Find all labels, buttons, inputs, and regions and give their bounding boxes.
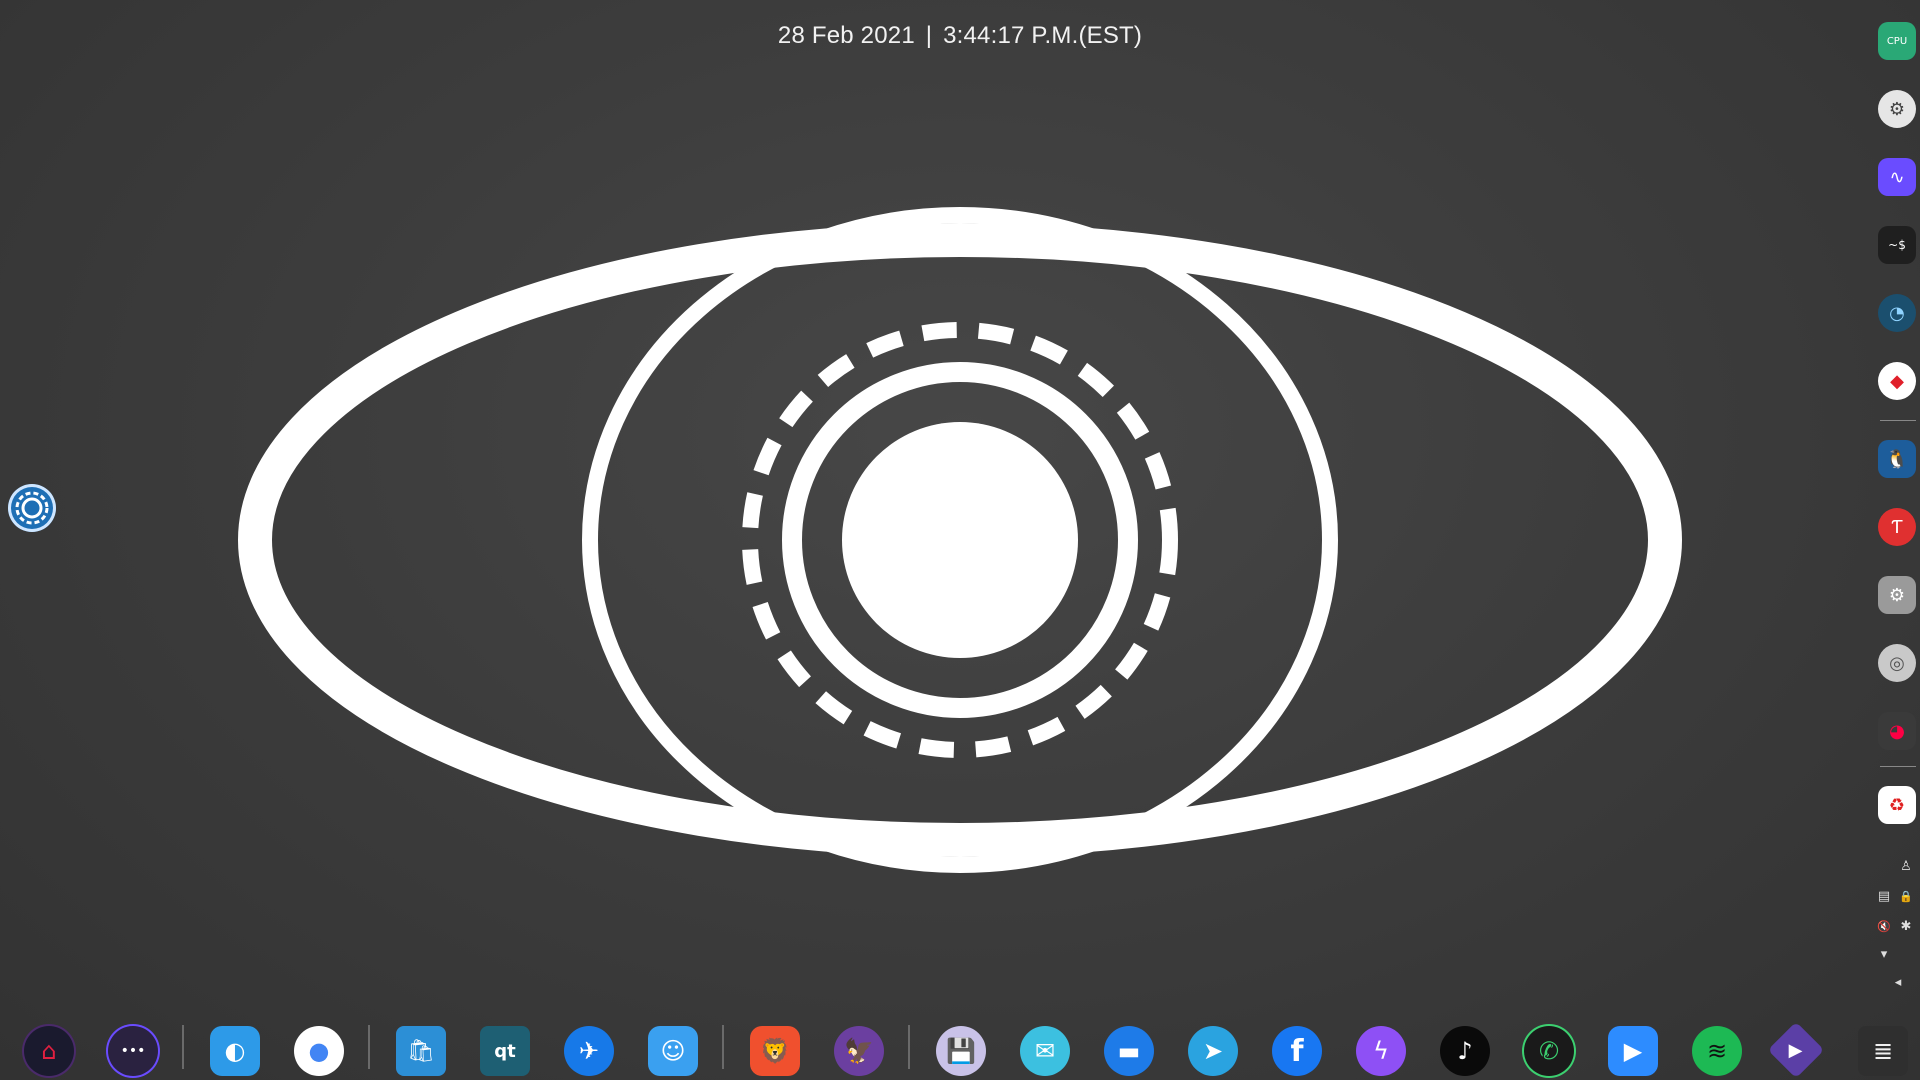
user-glyph: ♙ [1900,858,1912,874]
dock-divider [368,1025,370,1069]
linux-penguin-icon[interactable]: 🐧 [1878,440,1916,478]
finder-glyph: ☺ [660,1037,686,1065]
lock-icon[interactable]: 🔒 [1898,888,1914,904]
terminal-glyph: ~$ [1888,238,1906,252]
user-icon[interactable]: ♙ [1898,858,1914,874]
dock-divider [722,1025,724,1069]
brave-browser-icon[interactable]: 🦁 [750,1026,800,1076]
volume-glyph: 🔇 [1877,919,1891,933]
phone-glyph: ✆ [1538,1037,1560,1065]
spotify-glyph: ≋ [1706,1037,1728,1065]
clock-date: 28 Feb 2021 [777,22,915,49]
audio-waves-icon[interactable]: ∿ [1878,158,1916,196]
left-launcher-button[interactable] [8,484,56,532]
assistant-glyph: ● [308,1037,330,1065]
red-diamond-icon[interactable]: ◆ [1878,362,1916,400]
adjust-glyph: ◐ [224,1037,246,1065]
telescope-glyph: ✈ [578,1037,600,1065]
finder-icon[interactable]: ☺ [648,1026,698,1076]
more-glyph: ••• [120,1043,146,1059]
dock-divider [1880,420,1916,421]
floppy-save-icon[interactable]: 💾 [936,1026,986,1076]
zoom-glyph: ▶ [1623,1037,1643,1065]
qt-app-icon[interactable]: qt [480,1026,530,1076]
cpu-monitor-icon[interactable]: CPU [1878,22,1916,60]
mail-icon[interactable]: ✉ [1020,1026,1070,1076]
clipboard-glyph: ▤ [1877,888,1891,904]
trash-icon[interactable]: ♻ [1878,786,1916,824]
volume-muted-icon[interactable]: 🔇 [1876,918,1892,934]
speed-gauge-icon[interactable]: ◔ [1878,294,1916,332]
eagle-glyph: 🦅 [844,1037,874,1065]
messenger-icon[interactable]: ϟ [1356,1026,1406,1076]
diamond-play-icon[interactable]: ▶ [1767,1021,1825,1079]
bottom-dock: ⌂ ••• ◐ ● 🛍 qt ✈ ☺ 🦁 🦅 💾 ✉ ▬ ➤ f ϟ ♪ ✆ ▶… [0,1012,1920,1080]
dock-divider [182,1025,184,1069]
messages-icon[interactable]: ▬ [1104,1026,1154,1076]
collapse-tray-icon[interactable]: ◂ [1890,974,1906,990]
t-glyph: Ƭ [1891,516,1903,538]
eagle-app-icon[interactable]: 🦅 [834,1026,884,1076]
app-store-icon[interactable]: 🛍 [396,1026,446,1076]
messages-glyph: ▬ [1117,1037,1141,1065]
red-t-app-icon[interactable]: Ƭ [1878,508,1916,546]
layers-glyph: ≣ [1872,1037,1894,1065]
telegram-glyph: ➤ [1202,1037,1224,1065]
gear-settings-icon[interactable]: ⚙ [1878,576,1916,614]
clock: 28 Feb 2021 | 3:44:17 P.M.(EST) [0,22,1920,50]
dock-divider [1880,766,1916,767]
bluetooth-icon[interactable]: ✱ [1898,918,1914,934]
layers-app-icon[interactable]: ≣ [1858,1026,1908,1076]
telegram-icon[interactable]: ➤ [1188,1026,1238,1076]
facebook-glyph: f [1290,1033,1304,1069]
brave-glyph: 🦁 [760,1037,790,1065]
color-picker-icon[interactable]: ◕ [1878,712,1916,750]
wifi-glyph: ▾ [1880,946,1888,962]
zoom-icon[interactable]: ▶ [1608,1026,1658,1076]
disk-glyph: ◎ [1889,652,1905,674]
disk-utility-icon[interactable]: ◎ [1878,644,1916,682]
trash-glyph: ♻ [1888,794,1906,816]
clock-time: 3:44:17 P.M.(EST) [943,22,1143,49]
telescope-app-icon[interactable]: ✈ [564,1026,614,1076]
store-glyph: 🛍 [407,1038,435,1064]
penguin-glyph: 🐧 [1885,448,1909,470]
tiktok-glyph: ♪ [1457,1037,1473,1065]
mail-glyph: ✉ [1034,1037,1056,1065]
phone-app-icon[interactable]: ✆ [1524,1026,1574,1076]
gauge-glyph: ◔ [1889,302,1905,324]
clock-separator: | [925,22,933,49]
floppy-glyph: 💾 [946,1037,976,1065]
terminal-icon[interactable]: ~$ [1878,226,1916,264]
collapse-glyph: ◂ [1894,974,1902,990]
cpu-glyph: CPU [1886,35,1908,47]
dock-divider [908,1025,910,1069]
clipboard-icon[interactable]: ▤ [1876,888,1892,904]
messenger-glyph: ϟ [1373,1037,1389,1065]
more-apps-icon[interactable]: ••• [108,1026,158,1076]
qt-glyph: qt [494,1040,516,1062]
lock-glyph: 🔒 [1899,889,1913,903]
facebook-icon[interactable]: f [1272,1026,1322,1076]
circle-target-icon [15,491,49,525]
bluetooth-glyph: ✱ [1900,918,1912,934]
picker-glyph: ◕ [1889,720,1905,742]
settings-glyph: ⚙ [1888,98,1906,120]
google-assistant-icon[interactable]: ● [294,1026,344,1076]
spotify-icon[interactable]: ≋ [1692,1026,1742,1076]
diamond-glyph: ◆ [1890,370,1904,392]
tiktok-icon[interactable]: ♪ [1440,1026,1490,1076]
system-settings-icon[interactable]: ⚙ [1878,90,1916,128]
wifi-icon[interactable]: ▾ [1876,946,1892,962]
home-launcher-icon[interactable]: ⌂ [24,1026,74,1076]
adjust-app-icon[interactable]: ◐ [210,1026,260,1076]
right-dock: CPU ⚙ ∿ ~$ ◔ ◆ 🐧 Ƭ ⚙ ◎ ◕ ♻ [1872,0,1920,1000]
diamond-play-glyph: ▶ [1789,1039,1803,1061]
home-glyph: ⌂ [41,1037,57,1065]
waves-glyph: ∿ [1889,166,1905,188]
eye-wallpaper [238,207,1682,873]
gear-glyph: ⚙ [1888,584,1906,606]
